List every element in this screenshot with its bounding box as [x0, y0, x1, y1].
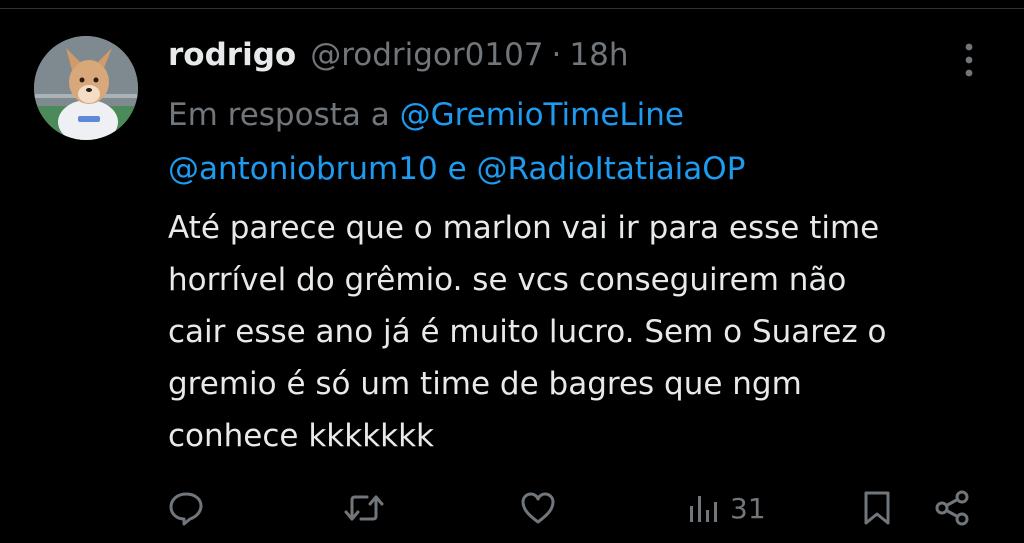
- avatar[interactable]: [34, 36, 138, 140]
- retweet-button[interactable]: [343, 480, 385, 536]
- tweet-header: rodrigo @rodrigor0107 · 18h: [168, 30, 998, 80]
- timestamp[interactable]: 18h: [569, 37, 628, 73]
- reply-icon: [169, 492, 203, 526]
- reply-conjunction: e: [447, 151, 467, 187]
- tweet-content: rodrigo @rodrigor0107 · 18h Em resposta …: [168, 30, 998, 462]
- like-button[interactable]: [518, 480, 558, 536]
- bookmark-button[interactable]: [859, 480, 895, 536]
- share-icon: [935, 490, 969, 526]
- reply-button[interactable]: [166, 480, 206, 536]
- display-name[interactable]: rodrigo: [168, 37, 296, 73]
- reply-context: Em resposta a @GremioTimeLine @antoniobr…: [168, 88, 998, 196]
- more-options-icon[interactable]: [954, 40, 984, 80]
- retweet-icon: [344, 495, 384, 521]
- action-bar: 31: [0, 480, 1024, 536]
- heart-icon: [521, 492, 555, 524]
- views-button[interactable]: 31: [686, 480, 766, 536]
- reply-mention-gremiotimeline[interactable]: @GremioTimeLine: [400, 97, 684, 133]
- separator-dot: ·: [551, 37, 562, 73]
- tweet-text: Até parece que o marlon vai ir para esse…: [168, 210, 887, 454]
- reply-mention-radioitatiaiaop[interactable]: @RadioItatiaiaOP: [477, 151, 746, 187]
- views-count: 31: [730, 491, 766, 525]
- user-handle[interactable]: @rodrigor0107: [310, 37, 543, 73]
- top-divider: [0, 8, 1024, 9]
- avatar-image: [34, 36, 138, 140]
- views-icon: [690, 496, 717, 522]
- reply-prefix: Em resposta a: [168, 97, 390, 133]
- share-button[interactable]: [932, 480, 972, 536]
- bookmark-icon: [864, 491, 890, 525]
- reply-mention-antoniobrum10[interactable]: @antoniobrum10: [168, 151, 438, 187]
